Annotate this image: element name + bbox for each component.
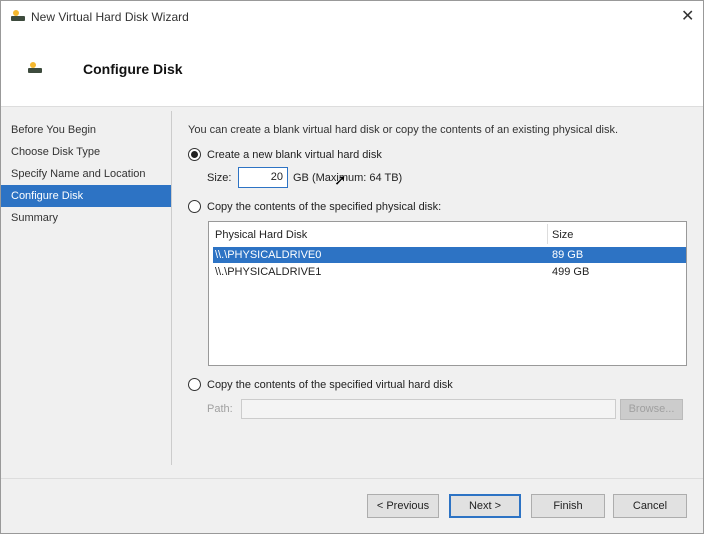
page-header: Configure Disk xyxy=(1,33,703,107)
browse-button[interactable]: Browse... xyxy=(620,399,683,420)
size-unit: GB (Maximum: 64 TB) xyxy=(293,172,403,184)
wizard-window: New Virtual Hard Disk Wizard ✕ Configure… xyxy=(0,0,704,534)
close-icon[interactable]: ✕ xyxy=(681,6,694,26)
step-summary[interactable]: Summary xyxy=(1,207,171,229)
divider xyxy=(1,478,703,479)
step-choose-disk-type[interactable]: Choose Disk Type xyxy=(1,141,171,163)
radio-copy-physical-disk[interactable] xyxy=(188,200,201,213)
intro-text: You can create a blank virtual hard disk… xyxy=(188,124,619,136)
disk-size: 89 GB xyxy=(552,249,584,261)
step-specify-name-location[interactable]: Specify Name and Location xyxy=(1,163,171,185)
radio-copy-virtual-disk[interactable] xyxy=(188,378,201,391)
column-header-disk[interactable]: Physical Hard Disk xyxy=(215,229,307,241)
size-input[interactable]: 20 xyxy=(238,167,288,188)
step-configure-disk[interactable]: Configure Disk xyxy=(1,185,171,207)
virtual-disk-icon xyxy=(11,10,25,22)
disk-size: 499 GB xyxy=(552,266,590,278)
disk-name: \\.\PHYSICALDRIVE0 xyxy=(215,249,322,261)
physical-disk-table[interactable]: Physical Hard Disk Size \\.\PHYSICALDRIV… xyxy=(208,221,687,366)
title-bar: New Virtual Hard Disk Wizard ✕ xyxy=(1,1,703,33)
column-divider xyxy=(547,224,548,244)
page-title: Configure Disk xyxy=(83,61,183,77)
next-button[interactable]: Next > xyxy=(449,494,521,518)
wizard-steps: Before You Begin Choose Disk Type Specif… xyxy=(1,119,171,229)
column-header-size[interactable]: Size xyxy=(552,229,573,241)
path-input[interactable] xyxy=(241,399,616,419)
previous-button[interactable]: < Previous xyxy=(367,494,439,518)
step-before-you-begin[interactable]: Before You Begin xyxy=(1,119,171,141)
radio-new-blank-disk[interactable] xyxy=(188,148,201,161)
table-row[interactable]: \\.\PHYSICALDRIVE1 499 GB xyxy=(213,264,686,280)
virtual-disk-icon xyxy=(28,62,42,74)
disk-name: \\.\PHYSICALDRIVE1 xyxy=(215,266,322,278)
radio-copy-physical-disk-label[interactable]: Copy the contents of the specified physi… xyxy=(207,201,441,213)
window-title: New Virtual Hard Disk Wizard xyxy=(31,10,189,24)
radio-new-blank-disk-label[interactable]: Create a new blank virtual hard disk xyxy=(207,149,382,161)
size-label: Size: xyxy=(207,172,232,184)
mouse-cursor-icon: ➚ xyxy=(334,172,347,189)
radio-copy-virtual-disk-label[interactable]: Copy the contents of the specified virtu… xyxy=(207,379,453,391)
table-row[interactable]: \\.\PHYSICALDRIVE0 89 GB xyxy=(213,247,686,263)
finish-button[interactable]: Finish xyxy=(531,494,605,518)
divider xyxy=(171,111,172,465)
cancel-button[interactable]: Cancel xyxy=(613,494,687,518)
path-label: Path: xyxy=(207,403,233,415)
